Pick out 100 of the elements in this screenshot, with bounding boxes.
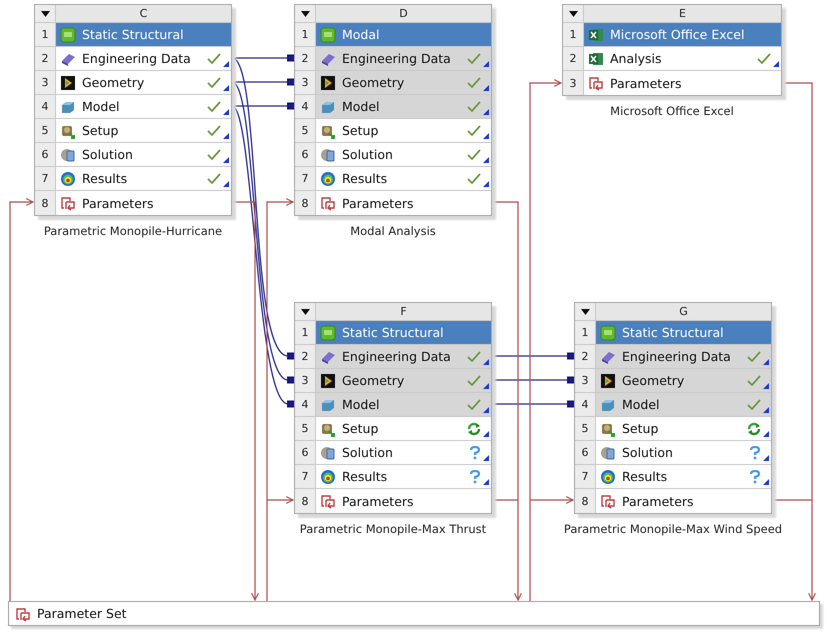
geometry-icon xyxy=(60,74,76,90)
parameter-set-bar[interactable]: Parameter Set xyxy=(8,601,820,626)
component-cell[interactable]: Engineering Data xyxy=(316,345,491,368)
row-number: 1 xyxy=(35,23,56,46)
system-column-letter: F xyxy=(316,303,491,320)
corner-marker-icon xyxy=(483,109,489,115)
row-number: 4 xyxy=(295,95,316,118)
corner-marker-icon xyxy=(223,85,229,91)
cell-label: Setup xyxy=(342,421,380,436)
corner-marker-icon xyxy=(763,359,769,365)
cell-label: Static Structural xyxy=(622,325,725,340)
system-icon xyxy=(600,324,616,340)
cell-label: Results xyxy=(622,469,668,484)
row-number: 3 xyxy=(575,369,596,392)
row-number: 8 xyxy=(35,191,56,215)
component-cell[interactable]: Model xyxy=(316,393,491,416)
row-number: 5 xyxy=(35,119,56,142)
system-title-cell[interactable]: Static Structural xyxy=(316,321,491,344)
row-number: 5 xyxy=(575,417,596,440)
geometry-icon xyxy=(320,372,336,388)
corner-marker-icon xyxy=(483,133,489,139)
dropdown-button[interactable] xyxy=(295,303,316,320)
caret-icon xyxy=(580,308,590,314)
corner-marker-icon xyxy=(223,133,229,139)
system-caption: Microsoft Office Excel xyxy=(610,104,734,118)
row-number: 1 xyxy=(575,321,596,344)
row-number: 3 xyxy=(295,369,316,392)
caret-icon xyxy=(568,10,578,16)
row-number: 1 xyxy=(563,23,584,46)
component-cell[interactable]: Engineering Data xyxy=(596,345,771,368)
caret-icon xyxy=(300,308,310,314)
system-column-letter: D xyxy=(316,5,491,22)
cell-label: Parameters xyxy=(622,494,695,508)
corner-marker-icon xyxy=(763,431,769,437)
row-number: 2 xyxy=(563,47,584,70)
corner-marker-icon xyxy=(223,109,229,115)
component-cell[interactable]: Parameters xyxy=(584,71,781,95)
results-icon xyxy=(320,170,336,186)
system-column-letter: C xyxy=(56,5,231,22)
cell-label: Setup xyxy=(82,123,120,138)
corner-marker-icon xyxy=(483,61,489,67)
row-number: 8 xyxy=(295,191,316,215)
results-icon xyxy=(60,170,76,186)
component-cell[interactable]: Parameters xyxy=(596,489,771,513)
cell-label: Solution xyxy=(82,147,134,162)
component-cell[interactable]: Model xyxy=(316,95,491,118)
row-number: 3 xyxy=(563,71,584,95)
component-cell[interactable]: Geometry xyxy=(316,71,491,94)
component-cell[interactable]: Geometry xyxy=(316,369,491,392)
geometry-icon xyxy=(320,74,336,90)
results-icon xyxy=(600,468,616,484)
parameters-icon xyxy=(320,195,336,211)
parameters-icon xyxy=(15,606,31,622)
row-number: 6 xyxy=(295,143,316,166)
corner-marker-icon xyxy=(763,455,769,461)
cell-label: Parameters xyxy=(610,76,683,90)
dropdown-button[interactable] xyxy=(575,303,596,320)
cell-label: Setup xyxy=(342,123,380,138)
parameters-icon xyxy=(600,493,616,509)
row-number: 6 xyxy=(295,441,316,464)
corner-marker-icon xyxy=(223,157,229,163)
row-number: 4 xyxy=(575,393,596,416)
caret-icon xyxy=(40,10,50,16)
system-title-cell[interactable]: Modal xyxy=(316,23,491,46)
system-caption: Modal Analysis xyxy=(350,224,436,238)
cell-label: Geometry xyxy=(342,373,406,388)
spreadsheet-icon xyxy=(588,50,604,66)
caret-icon xyxy=(300,10,310,16)
dropdown-button[interactable] xyxy=(295,5,316,22)
system-icon xyxy=(320,324,336,340)
corner-marker-icon xyxy=(483,157,489,163)
cell-label: Static Structural xyxy=(342,325,445,340)
row-number: 6 xyxy=(35,143,56,166)
component-cell[interactable]: Parameters xyxy=(56,191,231,215)
cell-label: Modal xyxy=(342,27,380,42)
solution-icon xyxy=(600,444,616,460)
system-title-cell[interactable]: Static Structural xyxy=(56,23,231,46)
parameters-icon xyxy=(320,493,336,509)
row-number: 7 xyxy=(295,167,316,190)
system-title-cell[interactable]: Static Structural xyxy=(596,321,771,344)
corner-marker-icon xyxy=(763,407,769,413)
cell-label: Engineering Data xyxy=(82,51,192,66)
component-cell[interactable]: Geometry xyxy=(596,369,771,392)
system-title-cell[interactable]: Microsoft Office Excel xyxy=(584,23,781,46)
row-number: 1 xyxy=(295,23,316,46)
component-cell[interactable]: Parameters xyxy=(316,489,491,513)
corner-marker-icon xyxy=(483,85,489,91)
spreadsheet-icon xyxy=(588,26,604,42)
dropdown-button[interactable] xyxy=(563,5,584,22)
component-cell[interactable]: Engineering Data xyxy=(316,47,491,70)
dropdown-button[interactable] xyxy=(35,5,56,22)
row-number: 2 xyxy=(35,47,56,70)
component-cell[interactable]: Model xyxy=(596,393,771,416)
solution-icon xyxy=(320,444,336,460)
solution-icon xyxy=(60,146,76,162)
corner-marker-icon xyxy=(483,431,489,437)
component-cell[interactable]: Parameters xyxy=(316,191,491,215)
cell-label: Model xyxy=(342,397,381,412)
system-caption: Parametric Monopile-Max Wind Speed xyxy=(564,522,782,536)
corner-marker-icon xyxy=(773,61,779,67)
